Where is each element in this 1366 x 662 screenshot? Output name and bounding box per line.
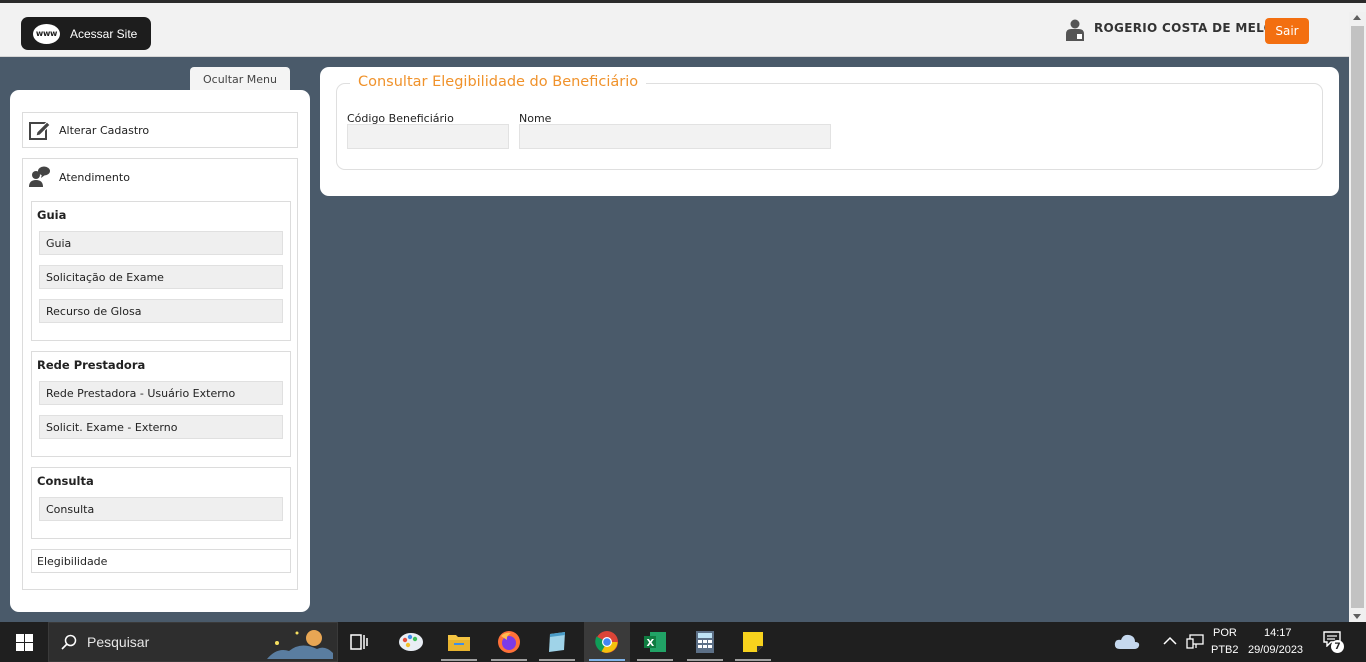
logout-button[interactable]: Sair — [1265, 18, 1309, 44]
menu-atendimento: Atendimento Guia Guia Solicitação de Exa… — [22, 158, 298, 590]
task-view-button[interactable] — [336, 622, 382, 662]
taskbar-app-notepad[interactable] — [534, 622, 580, 662]
network-icon[interactable] — [1186, 634, 1204, 650]
chevron-up-icon[interactable] — [1163, 636, 1177, 646]
notepad-icon — [549, 632, 565, 652]
user-icon — [1066, 19, 1084, 41]
task-view-icon — [350, 634, 368, 650]
edit-icon — [29, 121, 51, 140]
alter-cadastro-label: Alterar Cadastro — [59, 123, 150, 137]
taskbar-app-sticky-notes[interactable] — [730, 622, 776, 662]
group-title: Guia — [37, 208, 67, 222]
group-rede-prestadora: Rede Prestadora Rede Prestadora - Usuári… — [31, 351, 291, 457]
page-scrollbar[interactable] — [1349, 12, 1366, 622]
calculator-icon — [696, 631, 714, 653]
taskbar-app-file-explorer[interactable] — [436, 622, 482, 662]
access-site-button[interactable]: www Acessar Site — [21, 17, 151, 50]
chat-user-icon — [29, 166, 50, 187]
notification-center-button[interactable]: 7 — [1323, 631, 1347, 655]
windows-logo-icon — [15, 633, 33, 651]
svg-text:X: X — [647, 638, 655, 649]
taskbar-app-chrome[interactable] — [584, 622, 630, 662]
search-placeholder: Pesquisar — [87, 634, 150, 650]
taskbar: Pesquisar X POR PTB2 14:17 29/09/2023 7 — [0, 622, 1366, 662]
www-icon: www — [33, 23, 60, 44]
elegibilidade-fieldset: Consultar Elegibilidade do Beneficiário … — [336, 74, 1323, 170]
scroll-up-arrow-icon[interactable] — [1353, 15, 1361, 20]
clock-time[interactable]: 14:17 — [1264, 627, 1292, 639]
access-site-label: Acessar Site — [70, 26, 138, 41]
running-indicator — [491, 659, 527, 661]
chrome-icon — [595, 631, 618, 653]
search-highlight-icon — [267, 630, 333, 659]
atendimento-header[interactable]: Atendimento — [23, 159, 297, 195]
running-indicator — [441, 659, 477, 661]
search-icon — [61, 634, 77, 650]
menu-item-recurso-glosa[interactable]: Recurso de Glosa — [39, 299, 283, 323]
running-indicator — [539, 659, 575, 661]
menu-item-elegibilidade[interactable]: Elegibilidade — [31, 549, 291, 573]
main-panel: Consultar Elegibilidade do Beneficiário … — [320, 67, 1339, 196]
header: www Acessar Site ROGERIO COSTA DE MELO S… — [0, 3, 1366, 57]
taskbar-search-box[interactable]: Pesquisar — [48, 622, 338, 662]
sidebar: Alterar Cadastro Atendimento Guia Guia S… — [10, 90, 310, 612]
atendimento-label: Atendimento — [59, 170, 130, 184]
menu-item-rede-prestadora-externo[interactable]: Rede Prestadora - Usuário Externo — [39, 381, 283, 405]
scroll-thumb[interactable] — [1351, 26, 1364, 608]
onedrive-cloud-icon[interactable] — [1114, 632, 1140, 650]
keyboard-layout[interactable]: PTB2 — [1211, 644, 1239, 656]
taskbar-app-paint[interactable] — [388, 622, 434, 662]
running-indicator — [735, 659, 771, 661]
input-language[interactable]: POR — [1213, 627, 1237, 639]
group-guia: Guia Guia Solicitação de Exame Recurso d… — [31, 201, 291, 341]
scroll-down-arrow-icon[interactable] — [1353, 614, 1361, 619]
taskbar-app-excel[interactable]: X — [632, 622, 678, 662]
menu-alter-cadastro[interactable]: Alterar Cadastro — [22, 112, 298, 148]
menu-item-guia[interactable]: Guia — [39, 231, 283, 255]
page-title: Consultar Elegibilidade do Beneficiário — [350, 74, 647, 90]
hide-menu-tab[interactable]: Ocultar Menu — [190, 67, 290, 91]
menu-item-consulta[interactable]: Consulta — [39, 497, 283, 521]
excel-icon: X — [644, 632, 666, 652]
active-indicator — [589, 659, 625, 661]
paint-icon — [399, 633, 423, 651]
taskbar-app-calculator[interactable] — [682, 622, 728, 662]
running-indicator — [687, 659, 723, 661]
folder-icon — [448, 635, 470, 651]
notification-count-badge: 7 — [1331, 640, 1344, 653]
user-name: ROGERIO COSTA DE MELO — [1094, 21, 1275, 35]
firefox-icon — [498, 631, 520, 653]
taskbar-app-firefox[interactable] — [486, 622, 532, 662]
group-consulta: Consulta Consulta — [31, 467, 291, 539]
menu-item-solicit-exame-externo[interactable]: Solicit. Exame - Externo — [39, 415, 283, 439]
sticky-notes-icon — [743, 632, 763, 652]
clock-date[interactable]: 29/09/2023 — [1248, 644, 1303, 656]
group-title: Rede Prestadora — [37, 358, 146, 372]
menu-item-solicitacao-exame[interactable]: Solicitação de Exame — [39, 265, 283, 289]
group-title: Consulta — [37, 474, 94, 488]
nome-input[interactable] — [519, 124, 831, 149]
codigo-beneficiario-input[interactable] — [347, 124, 509, 149]
start-button[interactable] — [0, 622, 48, 662]
running-indicator — [637, 659, 673, 661]
